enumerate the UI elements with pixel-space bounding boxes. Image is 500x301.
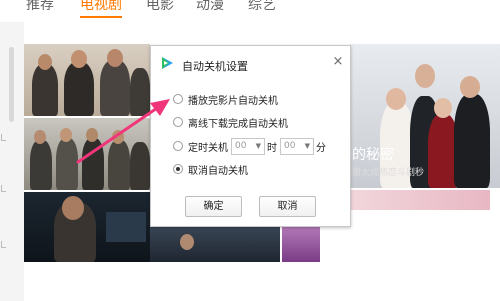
category-bar: 推荐 电视剧 电影 动漫 综艺 (0, 0, 500, 22)
tab-recommend[interactable]: 推荐 (26, 0, 54, 18)
option-scheduled[interactable]: 定时关机 (173, 138, 228, 154)
poster-thumbnail[interactable] (350, 190, 490, 210)
option-after-playback[interactable]: 播放完影片自动关机 (173, 91, 278, 107)
dialog-title-bar[interactable]: 自动关机设置 × (151, 46, 350, 76)
tencent-video-logo-icon (162, 57, 173, 69)
minute-unit: 分 (316, 143, 326, 154)
cancel-button[interactable]: 取消 (259, 196, 316, 217)
chevron-down-icon: ▼ (255, 142, 261, 150)
dialog-title: 自动关机设置 (182, 60, 248, 73)
tab-tv-series[interactable]: 电视剧 (80, 0, 122, 18)
edge-marker (1, 241, 6, 248)
ok-button[interactable]: 确定 (185, 196, 242, 217)
minute-select[interactable]: 00 ▼ (280, 138, 314, 155)
option-after-download[interactable]: 离线下载完成自动关机 (173, 114, 288, 130)
tab-label: 电视剧 (80, 0, 122, 13)
tab-label: 推荐 (26, 0, 54, 13)
option-label: 播放完影片自动关机 (188, 95, 278, 107)
tab-variety[interactable]: 综艺 (248, 0, 276, 18)
tab-anime[interactable]: 动漫 (196, 0, 224, 18)
poster-thumbnail[interactable] (282, 226, 320, 262)
scrollbar-thumb[interactable] (9, 47, 14, 122)
option-label: 离线下载完成自动关机 (188, 118, 288, 130)
edge-marker (1, 134, 6, 141)
minute-value: 00 (284, 141, 296, 151)
poster-thumbnail[interactable] (24, 192, 150, 262)
auto-shutdown-dialog: 自动关机设置 × 播放完影片自动关机 离线下载完成自动关机 定时关机 00 ▼ … (150, 45, 351, 227)
chevron-down-icon: ▼ (304, 142, 310, 150)
option-cancel-shutdown[interactable]: 取消自动关机 (173, 161, 248, 177)
close-icon[interactable]: × (331, 55, 345, 69)
tab-label: 电影 (146, 0, 174, 13)
tab-label: 综艺 (248, 0, 276, 13)
hour-select[interactable]: 00 ▼ (231, 138, 265, 155)
edge-marker (1, 185, 6, 192)
tab-movies[interactable]: 电影 (146, 0, 174, 18)
hour-unit: 时 (267, 143, 277, 154)
tab-label: 动漫 (196, 0, 224, 13)
hour-value: 00 (235, 141, 247, 151)
option-label: 取消自动关机 (188, 165, 248, 177)
left-gutter (0, 22, 24, 301)
poster-thumbnail[interactable] (150, 226, 280, 262)
poster-subtitle: 洲谢太成热恋斗剧秒 (343, 168, 425, 178)
option-label: 定时关机 (188, 142, 228, 154)
pink-arrow-icon (76, 99, 170, 164)
active-tab-underline (80, 16, 122, 18)
